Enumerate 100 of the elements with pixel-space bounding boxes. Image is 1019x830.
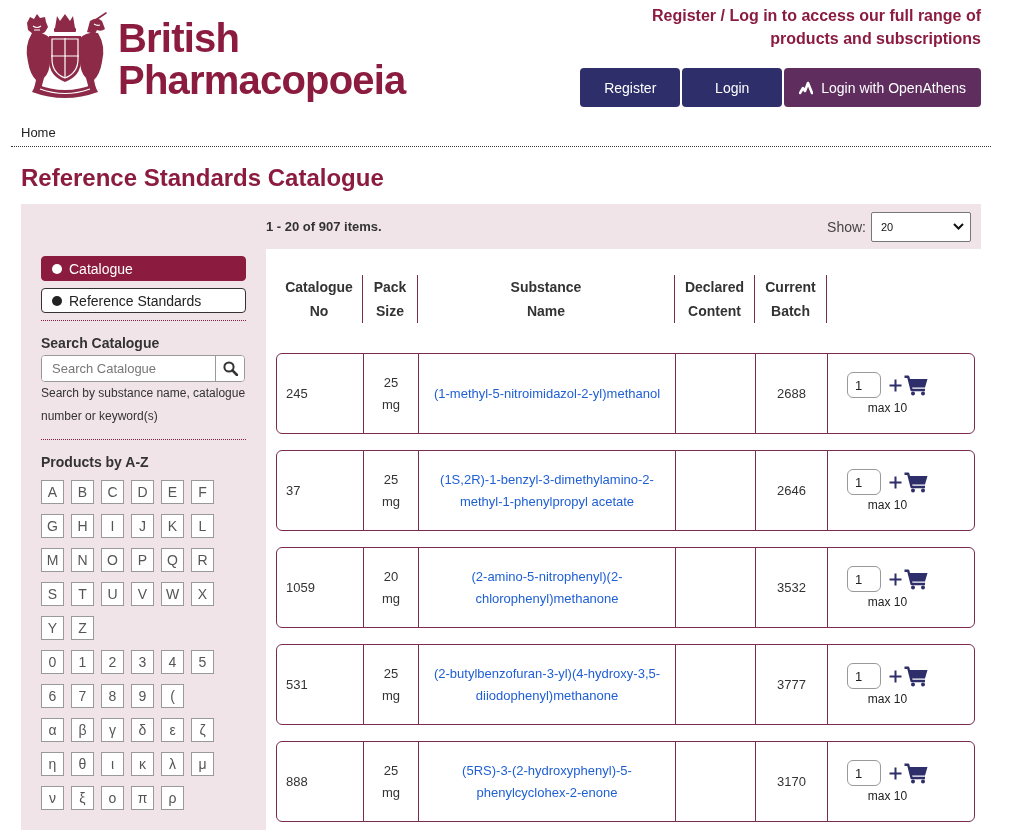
view-toggle-button[interactable]: Catalogue [41,256,246,281]
letter-button[interactable]: λ [161,752,184,776]
letter-button[interactable]: D [131,480,154,504]
letter-button[interactable]: κ [131,752,154,776]
table-cell-text: 37 [286,481,301,500]
chevron-down-icon [953,223,964,230]
letter-button[interactable]: S [41,582,64,606]
letter-button[interactable]: W [161,582,184,606]
add-to-cart-button[interactable] [889,374,928,396]
letter-button[interactable]: ( [161,684,184,708]
results-summary: 1 - 20 of 907 items. [266,219,382,234]
letter-button[interactable]: ζ [191,718,214,742]
letter-button[interactable]: X [191,582,214,606]
search-button[interactable] [215,356,244,381]
substance-link[interactable]: (1-methyl-5-nitroimidazol-2-yl)methanol [433,382,661,405]
letter-button[interactable]: L [191,514,214,538]
letter-button[interactable]: θ [71,752,94,776]
plus-icon [889,572,902,586]
letter-button[interactable]: E [161,480,184,504]
letter-button[interactable]: η [41,752,64,776]
letter-button[interactable]: B [71,480,94,504]
table-cell-text: 245 [286,384,308,403]
letter-button[interactable]: ρ [161,786,184,810]
letter-button[interactable]: F [191,480,214,504]
letter-button[interactable]: I [101,514,124,538]
search-help-text: Search by substance name, catalogue number or keyword(s) [41,385,247,425]
quantity-field[interactable]: 1 [847,372,881,398]
search-heading: Search Catalogue [41,334,161,352]
letter-button[interactable]: J [131,514,154,538]
letter-button[interactable]: C [101,480,124,504]
letter-button[interactable]: γ [101,718,124,742]
letter-button[interactable]: 9 [131,684,154,708]
add-to-cart-button[interactable] [889,762,928,784]
page-title: Reference Standards Catalogue [21,163,385,193]
letter-button[interactable]: 6 [41,684,64,708]
letter-button[interactable]: 7 [71,684,94,708]
letter-button[interactable]: 1 [71,650,94,674]
column-header: Declared Content [684,278,745,321]
letter-button[interactable]: V [131,582,154,606]
letter-button[interactable]: 3 [131,650,154,674]
radio-dot-icon [52,295,62,306]
letter-button[interactable]: O [101,548,124,572]
letter-button[interactable]: K [161,514,184,538]
letter-button[interactable]: 4 [161,650,184,674]
letter-button[interactable]: P [131,548,154,572]
view-toggle-button[interactable]: Reference Standards [41,288,246,313]
letter-button[interactable]: ο [101,786,124,810]
cart-icon [904,665,928,687]
letter-button[interactable]: G [41,514,64,538]
add-to-cart-button[interactable] [889,568,928,590]
plus-icon [889,475,902,489]
letter-button[interactable]: U [101,582,124,606]
table-cell-text: 2646 [777,481,806,500]
letter-button[interactable]: 0 [41,650,64,674]
column-header: Catalogue No [285,278,353,321]
letter-button[interactable]: ξ [71,786,94,810]
letter-button[interactable]: Q [161,548,184,572]
quantity-field[interactable]: 1 [847,469,881,495]
table-cell-text: 20 mg [381,567,401,608]
quantity-field[interactable]: 1 [847,663,881,689]
substance-link[interactable]: (2-amino-5-nitrophenyl)(2-chlorophenyl)methanone [430,565,664,610]
letter-button[interactable]: Y [41,616,64,640]
letter-button[interactable]: 8 [101,684,124,708]
quantity-field[interactable]: 1 [847,760,881,786]
letter-button[interactable]: Z [71,616,94,640]
login-button[interactable]: Login [682,68,783,107]
quantity-field[interactable]: 1 [847,566,881,592]
letter-button[interactable]: H [71,514,94,538]
letter-button[interactable]: α [41,718,64,742]
register-button[interactable]: Register [580,68,681,107]
table-cell-text: 25 mg [381,761,401,802]
letter-button[interactable]: 5 [191,650,214,674]
add-to-cart-button[interactable] [889,471,928,493]
search-field[interactable]: Search Catalogue [41,355,245,382]
quantity-limit: max 10 [867,498,908,512]
show-label: Show: [827,218,866,235]
substance-link[interactable]: (5RS)-3-(2-hydroxyphenyl)-5-phenylcyclohex-2-enone [430,759,664,804]
table-cell-text: 25 mg [381,470,401,511]
letter-button[interactable]: ε [161,718,184,742]
letter-button[interactable]: T [71,582,94,606]
letter-button[interactable]: δ [131,718,154,742]
letter-button[interactable]: β [71,718,94,742]
substance-link[interactable]: (2-butylbenzofuran-3-yl)(4-hydroxy-3,5-diiodophenyl)methanone [430,662,664,707]
openathens-login-button[interactable]: Login with OpenAthens [784,68,981,107]
letter-button[interactable]: μ [191,752,214,776]
table-cell-text: 25 mg [381,373,401,414]
page-size-dropdown[interactable]: 20 [871,211,971,242]
letter-button[interactable]: N [71,548,94,572]
substance-link[interactable]: (1S,2R)-1-benzyl-3-dimethylamino-2-methyl-1-phenylpropyl acetate [430,468,664,513]
letter-button[interactable]: ν [41,786,64,810]
letter-button[interactable]: R [191,548,214,572]
breadcrumb-link[interactable]: Home [21,125,56,140]
letter-button[interactable]: M [41,548,64,572]
letter-button[interactable]: ι [101,752,124,776]
plus-icon [889,766,902,780]
letter-button[interactable]: π [131,786,154,810]
letter-button[interactable]: 2 [101,650,124,674]
cart-icon [904,374,928,396]
add-to-cart-button[interactable] [889,665,928,687]
letter-button[interactable]: A [41,480,64,504]
